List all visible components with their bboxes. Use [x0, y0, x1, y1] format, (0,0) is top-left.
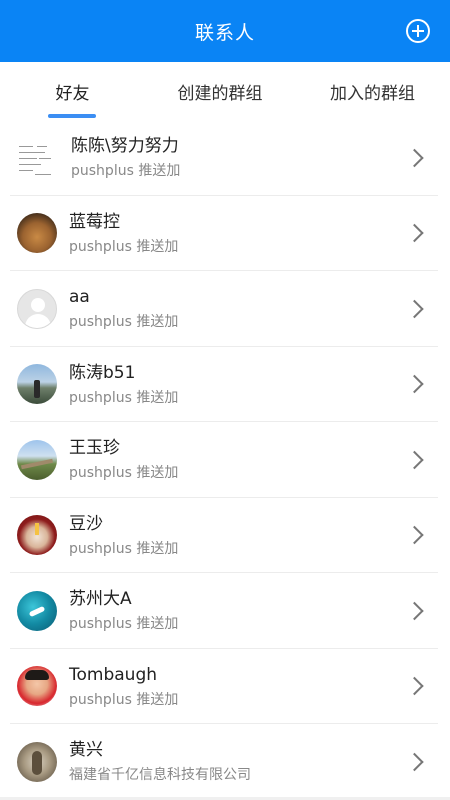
- contact-subtitle: 福建省千亿信息科技有限公司: [69, 767, 251, 784]
- contact-row[interactable]: 陈陈\努力努力 pushplus 推送加: [0, 120, 450, 196]
- contact-row[interactable]: 陈涛b51 pushplus 推送加: [0, 347, 450, 423]
- contact-subtitle: pushplus 推送加: [69, 691, 179, 708]
- contact-row[interactable]: Tombaugh pushplus 推送加: [0, 649, 450, 725]
- tab-label: 加入的群组: [330, 83, 415, 104]
- contact-tabs: 好友 创建的群组 加入的群组: [0, 62, 450, 120]
- contact-name: Tombaugh: [69, 664, 158, 685]
- contact-subtitle: pushplus 推送加: [69, 238, 179, 255]
- avatar: [15, 135, 59, 180]
- contact-name: 陈陈\努力努力: [71, 136, 179, 157]
- contact-name: 苏州大A: [69, 589, 132, 610]
- contact-row[interactable]: 豆沙 pushplus 推送加: [0, 498, 450, 574]
- contact-subtitle: pushplus 推送加: [69, 465, 179, 482]
- page-title: 联系人: [194, 21, 255, 44]
- chevron-right-icon: [405, 677, 424, 696]
- tab-joined-groups[interactable]: 加入的群组: [295, 62, 450, 120]
- contact-subtitle: pushplus 推送加: [71, 163, 181, 180]
- chevron-right-icon: [405, 224, 424, 243]
- avatar: [17, 213, 57, 254]
- contact-name: 蓝莓控: [69, 211, 120, 232]
- contact-row[interactable]: 王玉珍 pushplus 推送加: [0, 422, 450, 498]
- chevron-right-icon: [405, 752, 424, 771]
- active-tab-indicator: [48, 114, 96, 118]
- contact-subtitle: pushplus 推送加: [69, 540, 179, 557]
- contact-name: 陈涛b51: [69, 362, 136, 383]
- contact-name: aa: [69, 287, 90, 308]
- contact-name: 豆沙: [69, 513, 103, 534]
- avatar: [17, 590, 57, 631]
- contact-list: 陈陈\努力努力 pushplus 推送加 蓝莓控 pushplus 推送加 aa…: [0, 120, 450, 800]
- contact-subtitle: pushplus 推送加: [69, 616, 179, 633]
- tab-created-groups[interactable]: 创建的群组: [145, 62, 295, 120]
- contact-row[interactable]: 苏州大A pushplus 推送加: [0, 573, 450, 649]
- contact-row[interactable]: aa pushplus 推送加: [0, 271, 450, 347]
- contact-row[interactable]: 黄兴 福建省千亿信息科技有限公司: [0, 724, 450, 800]
- contact-name: 王玉珍: [69, 438, 120, 459]
- default-user-icon: [17, 288, 57, 329]
- contact-subtitle: pushplus 推送加: [69, 314, 179, 331]
- contact-row[interactable]: 蓝莓控 pushplus 推送加: [0, 196, 450, 272]
- chevron-right-icon: [405, 299, 424, 318]
- chevron-right-icon: [405, 148, 424, 167]
- avatar: [17, 515, 57, 556]
- tab-friends[interactable]: 好友: [0, 62, 145, 120]
- chevron-right-icon: [405, 375, 424, 394]
- tab-label: 创建的群组: [177, 83, 263, 104]
- avatar: [17, 364, 57, 405]
- contact-name: 黄兴: [69, 740, 103, 761]
- chevron-right-icon: [405, 601, 424, 620]
- tab-label: 好友: [55, 83, 90, 104]
- avatar: [17, 666, 57, 707]
- chevron-right-icon: [405, 526, 424, 545]
- app-header: 联系人: [0, 0, 450, 62]
- plus-circle-icon[interactable]: [406, 19, 430, 43]
- avatar: [17, 741, 57, 782]
- avatar: [17, 439, 57, 480]
- contact-subtitle: pushplus 推送加: [69, 389, 179, 406]
- chevron-right-icon: [405, 450, 424, 469]
